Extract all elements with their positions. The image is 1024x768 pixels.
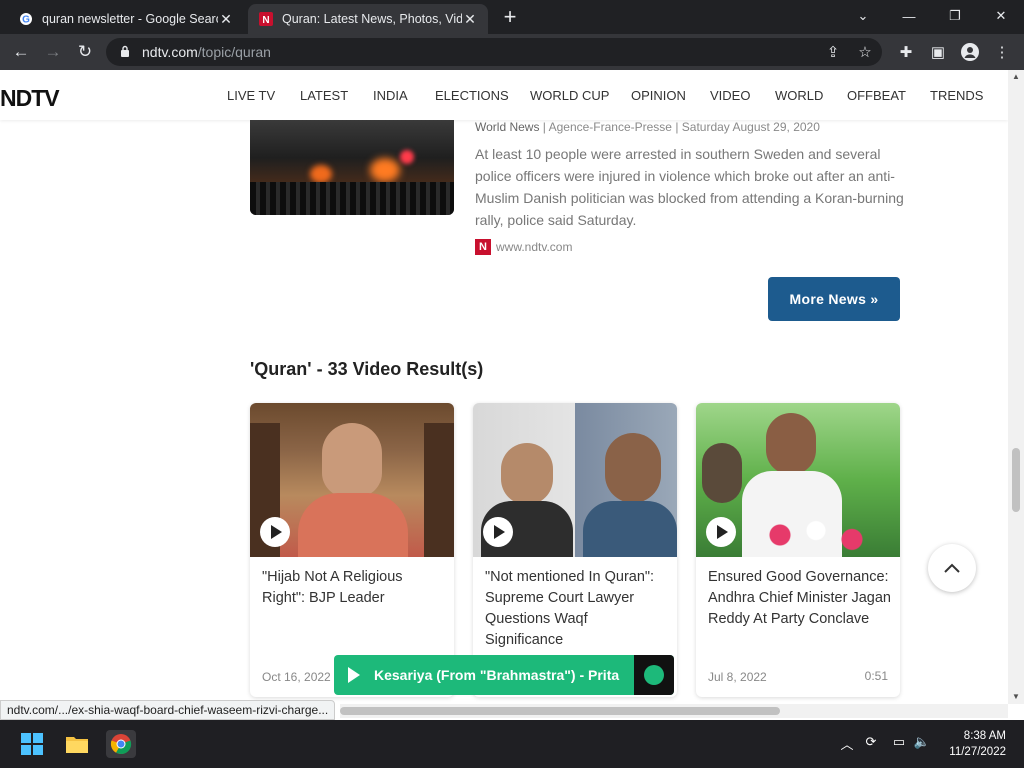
page-viewport: NDTV LIVE TV LATEST INDIA ELECTIONS WORL… [0,70,1008,704]
nav-trends[interactable]: TRENDS [930,88,983,103]
more-news-button[interactable]: More News » [768,277,900,321]
reload-icon[interactable]: ↻ [72,40,98,64]
video-date: Jul 8, 2022 [708,670,767,684]
tab-ndtv-quran[interactable]: N Quran: Latest News, Photos, Videos ✕ [248,4,488,34]
svg-text:G: G [22,15,30,26]
scroll-up-arrow-icon[interactable]: ▲ [1008,70,1024,84]
article-category[interactable]: World News [475,120,539,134]
side-panel-icon[interactable]: ▣ [928,42,948,62]
profile-icon[interactable] [960,42,980,62]
video-title[interactable]: Ensured Good Governance: Andhra Chief Mi… [708,567,892,630]
nav-elections[interactable]: ELECTIONS [435,88,509,103]
system-clock[interactable]: 8:38 AM 11/27/2022 [949,728,1006,760]
url-text: ndtv.com/topic/quran [142,44,271,60]
chevron-up-icon [944,563,960,573]
music-track-title: Kesariya (From "Brahmastra") - Pritam [374,667,620,683]
chrome-taskbar-icon[interactable] [106,730,136,758]
scrollbar-thumb[interactable] [1012,448,1020,512]
horizontal-scrollbar-thumb[interactable] [340,707,780,715]
extensions-icon[interactable]: ✚ [896,42,916,62]
close-tab-icon[interactable]: ✕ [462,11,478,28]
nav-world[interactable]: WORLD [775,88,823,103]
clock-time: 8:38 AM [963,730,1006,742]
ndtv-logo[interactable]: NDTV [0,85,60,112]
tab-google-search[interactable]: G quran newsletter - Google Search ✕ [8,4,244,34]
jiosaavn-logo-icon[interactable] [634,655,674,695]
nav-video[interactable]: VIDEO [710,88,750,103]
site-header: NDTV LIVE TV LATEST INDIA ELECTIONS WORL… [0,70,1008,120]
nav-opinion[interactable]: OPINION [631,88,686,103]
tab-title: quran newsletter - Google Search [42,12,218,26]
video-card[interactable]: "Hijab Not A Religious Right": BJP Leade… [250,403,454,697]
scroll-to-top-button[interactable] [928,544,976,592]
vertical-scrollbar[interactable]: ▲ ▼ [1008,70,1024,704]
close-window-icon[interactable]: ✕ [978,0,1024,32]
article-agency: Agence-France-Presse [548,120,672,134]
video-title[interactable]: "Not mentioned In Quran": Supreme Court … [485,567,669,651]
horizontal-scrollbar[interactable] [340,704,1008,718]
music-player-bar[interactable]: Kesariya (From "Brahmastra") - Pritam [334,655,674,695]
article-thumbnail[interactable] [250,120,454,215]
menu-kebab-icon[interactable]: ⋮ [992,42,1012,62]
video-date: Oct 16, 2022 [262,670,331,684]
article-summary[interactable]: At least 10 people were arrested in sout… [475,143,905,231]
ndtv-n-icon: N [258,11,274,27]
lock-icon [120,45,130,63]
back-icon[interactable]: ← [8,40,34,64]
video-results-heading: 'Quran' - 33 Video Result(s) [250,359,484,379]
google-g-icon: G [18,11,34,27]
play-icon[interactable] [260,517,290,547]
video-title[interactable]: "Hijab Not A Religious Right": BJP Leade… [262,567,446,609]
source-url: www.ndtv.com [496,240,573,254]
tab-title: Quran: Latest News, Photos, Videos [282,12,462,26]
restore-icon[interactable]: ❐ [932,0,978,32]
video-card[interactable]: "Not mentioned In Quran": Supreme Court … [473,403,677,697]
video-duration: 0:51 [864,669,888,683]
chevron-up-tray-icon[interactable]: ︿ [838,734,856,752]
nav-offbeat[interactable]: OFFBEAT [847,88,906,103]
address-bar[interactable]: ndtv.com/topic/quran ⇪ ☆ [106,38,882,66]
play-icon[interactable] [706,517,736,547]
minimize-icon[interactable]: — [886,0,932,32]
forward-icon[interactable]: → [40,40,66,64]
share-icon[interactable]: ⇪ [824,43,842,61]
video-card[interactable]: Ensured Good Governance: Andhra Chief Mi… [696,403,900,697]
play-icon[interactable] [483,517,513,547]
nav-live-tv[interactable]: LIVE TV [227,88,275,103]
article-date: Saturday August 29, 2020 [681,120,820,134]
browser-tab-strip: G quran newsletter - Google Search ✕ N Q… [0,0,1024,34]
file-explorer-icon[interactable] [63,730,91,758]
scroll-down-arrow-icon[interactable]: ▼ [1008,690,1024,704]
article-meta: World News | Agence-France-Presse | Satu… [475,120,820,134]
ndtv-source-icon: N [475,239,491,255]
music-play-icon[interactable] [348,667,360,683]
nav-latest[interactable]: LATEST [300,88,348,103]
article-source[interactable]: N www.ndtv.com [475,239,572,255]
nav-india[interactable]: INDIA [373,88,408,103]
tab-search-icon[interactable]: ⌄ [840,0,886,32]
bookmark-star-icon[interactable]: ☆ [856,43,874,61]
svg-text:N: N [262,15,269,26]
network-icon[interactable]: ▭ [890,734,908,752]
sync-icon[interactable]: ⟳ [862,734,880,752]
link-status-bar: ndtv.com/.../ex-shia-waqf-board-chief-wa… [0,700,336,720]
clock-date: 11/27/2022 [949,746,1006,758]
nav-world-cup[interactable]: WORLD CUP [530,88,609,103]
volume-icon[interactable]: 🔈 [913,734,931,752]
windows-taskbar: ︿ ⟳ ▭ 🔈 8:38 AM 11/27/2022 [0,720,1024,768]
browser-toolbar: ← → ↻ ndtv.com/topic/quran ⇪ ☆ ✚ ▣ ⋮ [0,34,1024,70]
windows-start-icon[interactable] [18,730,46,758]
new-tab-icon[interactable]: + [498,6,522,30]
close-tab-icon[interactable]: ✕ [218,11,234,28]
